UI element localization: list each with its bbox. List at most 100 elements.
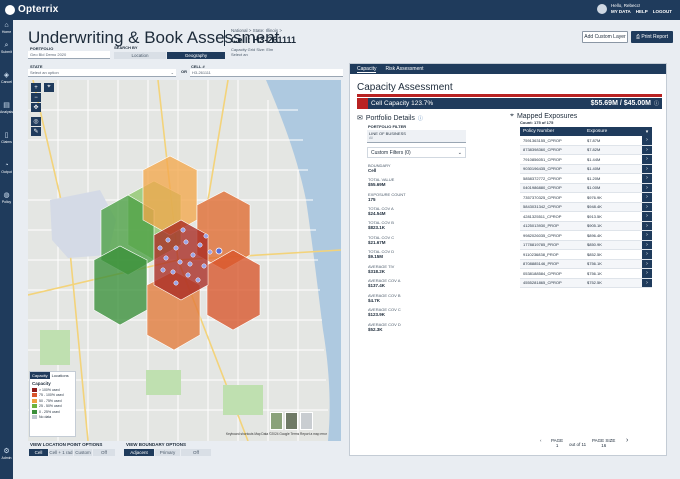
hex-cell[interactable]	[142, 155, 198, 236]
row-arrow-icon[interactable]: ›	[642, 193, 652, 202]
row-arrow-icon[interactable]: ›	[642, 164, 652, 173]
nav-admin[interactable]: ⚙ Admin	[0, 448, 13, 460]
row-arrow-icon[interactable]: ›	[642, 269, 652, 278]
row-arrow-icon[interactable]: ›	[642, 155, 652, 164]
legend-tab-capacity[interactable]: Capacity	[30, 372, 50, 379]
table-row[interactable]: 4555281865_CPROP $752.5K ›	[520, 278, 652, 288]
sort-icon[interactable]: ▾	[642, 127, 652, 136]
detail-value: $4.7K	[368, 298, 381, 303]
legend-tab-locations[interactable]: Locations	[50, 372, 71, 379]
pager-prev-button[interactable]: ‹	[540, 438, 542, 443]
pan-tool-icon[interactable]: ✥	[31, 103, 41, 112]
page-number[interactable]: 1	[551, 443, 563, 448]
cell-number-input[interactable]: H3-261111	[190, 69, 343, 77]
table-row[interactable]: 8708885146_PROP $756.1K ›	[520, 259, 652, 269]
row-arrow-icon[interactable]: ›	[642, 231, 652, 240]
location-option-off[interactable]: Off	[93, 449, 115, 456]
line-of-business-select[interactable]: LINE OF BUSINESS All	[367, 130, 466, 143]
policy-number-cell: 9030196435_CPROP	[523, 166, 562, 172]
nav-home[interactable]: ⌂ Home	[0, 22, 13, 34]
column-policy-number[interactable]: Policy Number	[520, 129, 585, 134]
row-arrow-icon[interactable]: ›	[642, 212, 652, 221]
location-pin[interactable]	[215, 247, 223, 255]
row-arrow-icon[interactable]: ›	[642, 183, 652, 192]
table-row[interactable]: 7357370325_CPROP $976.9K ›	[520, 193, 652, 203]
zoom-out-button[interactable]: −	[31, 93, 41, 102]
column-exposure[interactable]: Exposure	[585, 129, 642, 134]
avatar[interactable]	[596, 3, 607, 14]
nav-policy[interactable]: ◍ Policy	[0, 192, 13, 204]
nav-output[interactable]: ◔ Output	[0, 162, 13, 174]
nav-claims[interactable]: ▯ Claims	[0, 132, 13, 144]
draw-tool-icon[interactable]: ✎	[31, 127, 41, 136]
location-marker-icon[interactable]: ⌖	[44, 83, 54, 92]
policy-number-cell: 1778819785_PROP	[523, 242, 559, 248]
row-arrow-icon[interactable]: ›	[642, 259, 652, 268]
cell-title: Cell: H3-261111	[231, 35, 297, 45]
breadcrumb[interactable]: National > State: Illinois >	[231, 28, 282, 33]
table-row[interactable]: 7910856051_CPROP $1.44M ›	[520, 155, 652, 165]
map-type-satellite[interactable]	[285, 412, 298, 430]
document-icon: ▯	[4, 132, 9, 139]
hex-cell[interactable]	[206, 249, 261, 331]
location-option-custom[interactable]: Custom	[74, 449, 92, 456]
table-row[interactable]: 0538188584_CPROP $756.1K ›	[520, 269, 652, 279]
select-tool-icon[interactable]: ◎	[31, 117, 41, 126]
map-type-roadmap[interactable]	[300, 412, 313, 430]
location-option-cell[interactable]: Cell	[29, 449, 48, 456]
page-size-value[interactable]: 16	[592, 443, 615, 448]
row-arrow-icon[interactable]: ›	[642, 221, 652, 230]
tab-capacity[interactable]: Capacity	[357, 66, 377, 73]
nav-submit[interactable]: ⌕ Submit	[0, 42, 13, 54]
hex-cell[interactable]	[93, 245, 148, 326]
boundary-option-primary[interactable]: Primary	[155, 449, 180, 456]
table-row[interactable]: 7591363155_CPROP $7.87M ›	[520, 136, 652, 146]
map-type-terrain[interactable]	[270, 412, 283, 430]
logo[interactable]: Opterrix	[5, 4, 59, 15]
menu-help[interactable]: HELP	[636, 9, 648, 15]
menu-my-data[interactable]: MY DATA	[611, 9, 631, 15]
tab-risk-assessment[interactable]: Risk Assessment	[385, 66, 423, 72]
info-icon[interactable]: ⓘ	[418, 115, 423, 122]
print-report-button[interactable]: ⎙ Print Report	[631, 31, 673, 43]
row-arrow-icon[interactable]: ›	[642, 250, 652, 259]
row-arrow-icon[interactable]: ›	[642, 136, 652, 145]
portfolio-select[interactable]: Geo Bld Demo 2020	[28, 51, 110, 59]
table-row[interactable]: 5843031342_CPROP $948.4K ›	[520, 202, 652, 212]
exposure-cell: $7.87M	[587, 137, 601, 143]
nav-cancel[interactable]: ◈ Cancel	[0, 72, 13, 84]
pager-next-button[interactable]: ›	[626, 437, 628, 444]
location-option-cell-1rad[interactable]: Cell + 1 rad	[49, 449, 73, 456]
policy-number-cell: 4555281865_CPROP	[523, 280, 562, 286]
nav-analysis[interactable]: ▤ Analysis	[0, 102, 13, 114]
boundary-option-off[interactable]: Off	[181, 449, 211, 456]
table-row[interactable]: 9030196435_CPROP $1.40M ›	[520, 164, 652, 174]
row-arrow-icon[interactable]: ›	[642, 174, 652, 183]
zoom-in-button[interactable]: +	[31, 83, 41, 92]
add-custom-layer-button[interactable]: Add Custom Layer	[582, 31, 628, 43]
table-row[interactable]: 8738398360_CPROP $7.82M ›	[520, 145, 652, 155]
policy-number-cell: 7910856051_CPROP	[523, 156, 562, 162]
row-arrow-icon[interactable]: ›	[642, 240, 652, 249]
search-location-toggle[interactable]: Location	[114, 52, 166, 59]
row-arrow-icon[interactable]: ›	[642, 278, 652, 287]
page-size: PAGE SIZE 16	[592, 438, 615, 448]
table-row[interactable]: 9982026035_CPROP $896.4K ›	[520, 231, 652, 241]
table-row[interactable]: 0401986880_CPROP $1.00M ›	[520, 183, 652, 193]
row-arrow-icon[interactable]: ›	[642, 202, 652, 211]
table-row[interactable]: 4125013930_PROP $905.1K ›	[520, 221, 652, 231]
state-select[interactable]: Select an option ⌄	[28, 69, 176, 77]
print-report-label: Print Report	[641, 34, 669, 40]
boundary-option-adjacent[interactable]: Adjacent	[124, 449, 154, 456]
info-icon[interactable]: ⓘ	[654, 100, 662, 107]
search-geography-toggle[interactable]: Geography	[167, 52, 225, 59]
table-row[interactable]: 4281325511_CPROP $913.5K ›	[520, 212, 652, 222]
row-arrow-icon[interactable]: ›	[642, 145, 652, 154]
custom-filters-dropdown[interactable]: Custom Filters (0) ⌄	[367, 147, 466, 158]
detail-value: $52.3K	[368, 327, 383, 332]
table-row[interactable]: 9110236838_PROP $852.5K ›	[520, 250, 652, 260]
table-row[interactable]: 5858372772_CPROP $1.20M ›	[520, 174, 652, 184]
policy-number-cell: 9110236838_PROP	[523, 251, 559, 257]
table-row[interactable]: 1778819785_PROP $850.9K ›	[520, 240, 652, 250]
menu-logout[interactable]: LOGOUT	[653, 9, 672, 15]
